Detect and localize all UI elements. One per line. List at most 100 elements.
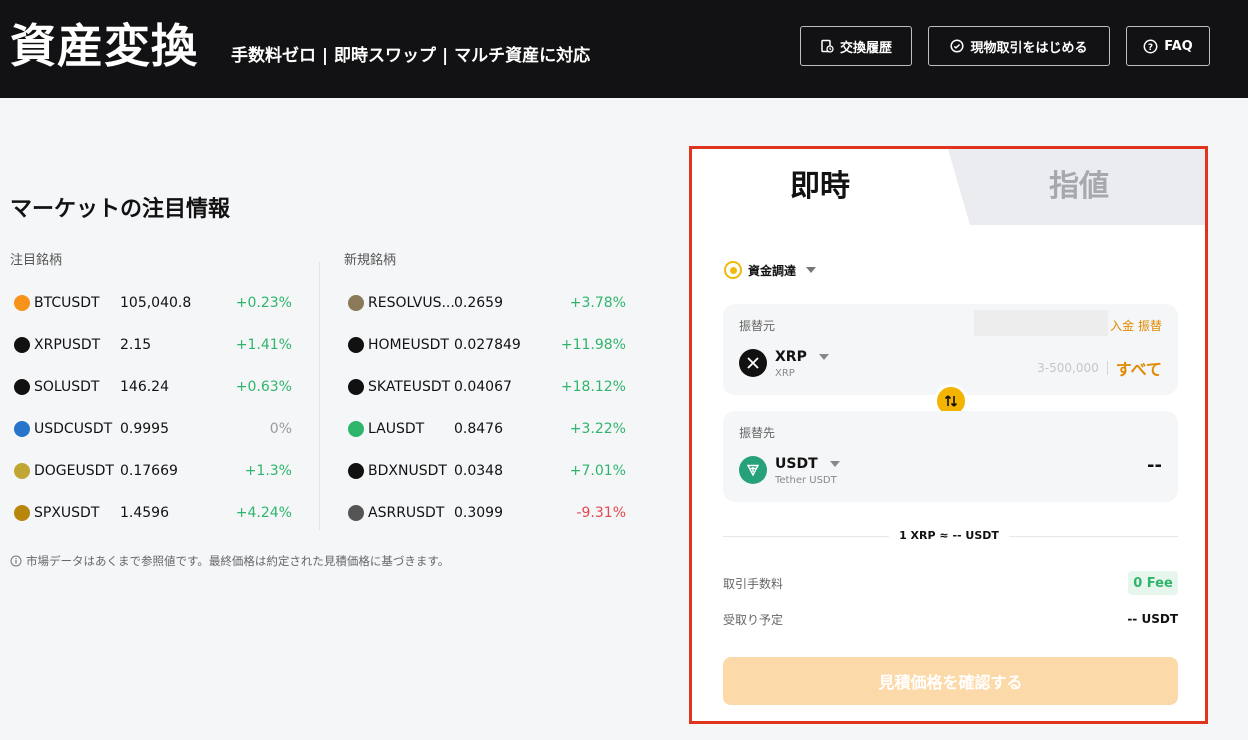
market-note: 市場データはあくまで参照値です。最終価格は約定された見積価格に基づきます。 [10, 552, 449, 570]
deposit-link[interactable]: 入金 [1110, 319, 1134, 333]
usdt-icon [739, 456, 767, 484]
page-subtitle: 手数料ゼロ | 即時スワップ | マルチ資産に対応 [231, 46, 591, 66]
market-symbol: BDXNUSDT [368, 463, 447, 479]
market-title: マーケットの注目情報 [10, 197, 231, 222]
xrp-icon [739, 349, 767, 377]
market-change: +0.63% [235, 379, 292, 395]
market-row[interactable]: XRPUSDT 2.15 +1.41% [14, 333, 292, 357]
market-row[interactable]: USDCUSDT 0.9995 0% [14, 417, 292, 441]
market-row[interactable]: BDXNUSDT 0.0348 +7.01% [348, 459, 626, 483]
market-price: 2.15 [120, 337, 152, 353]
from-token-sub: XRP [775, 368, 795, 379]
market-row[interactable]: HOMEUSDT 0.027849 +11.98% [348, 333, 626, 357]
exchange-history-button[interactable]: 交換履歴 [800, 26, 912, 66]
faq-button[interactable]: ? FAQ [1126, 26, 1210, 66]
exchange-history-label: 交換履歴 [839, 40, 892, 56]
market-change: +3.22% [569, 421, 626, 437]
market-row[interactable]: SKATEUSDT 0.04067 +18.12% [348, 375, 626, 399]
usdc-icon [14, 421, 30, 437]
market-price: 0.2659 [454, 295, 503, 311]
market-symbol: SKATEUSDT [368, 379, 451, 395]
market-row[interactable]: LAUSDT 0.8476 +3.22% [348, 417, 626, 441]
from-token-select[interactable]: XRP [775, 348, 829, 366]
start-spot-trading-button[interactable]: 現物取引をはじめる [928, 26, 1110, 66]
page-title: 資産変換 [10, 19, 198, 73]
market-price: 0.3099 [454, 505, 503, 521]
confirm-quote-button[interactable]: 見積価格を確認する [723, 657, 1178, 705]
market-price: 146.24 [120, 379, 169, 395]
from-amount-area[interactable]: 3-500,000 すべて [1037, 356, 1162, 380]
la-icon [348, 421, 364, 437]
market-change: +4.24% [235, 505, 292, 521]
bdxn-icon [348, 463, 364, 479]
market-change: +7.01% [569, 463, 626, 479]
to-label: 振替先 [739, 426, 776, 440]
market-change: +11.98% [560, 337, 626, 353]
faq-label: FAQ [1164, 38, 1193, 54]
from-token-name: XRP [775, 349, 807, 365]
home-icon [348, 337, 364, 353]
market-change: +1.3% [244, 463, 292, 479]
sol-icon [14, 379, 30, 395]
market-change: +18.12% [560, 379, 626, 395]
skate-icon [348, 379, 364, 395]
to-amount: -- [1147, 455, 1162, 476]
spx-icon [14, 505, 30, 521]
swap-panel: 即時 指値 資金調達 振替元 入金 振替 XRP XRP 3-500,000 す… [689, 146, 1208, 724]
chevron-down-icon [829, 461, 840, 467]
column-divider [319, 262, 320, 530]
market-row[interactable]: ASRRUSDT 0.3099 -9.31% [348, 501, 626, 525]
balance-placeholder [974, 310, 1108, 336]
market-symbol: BTCUSDT [34, 295, 100, 311]
funding-account-select[interactable]: 資金調達 [724, 261, 817, 279]
market-price: 0.9995 [120, 421, 169, 437]
market-price: 105,040.8 [120, 295, 192, 311]
to-token-sub: Tether USDT [775, 475, 837, 486]
market-symbol: SPXUSDT [34, 505, 100, 521]
tab-limit[interactable]: 指値 [1049, 167, 1109, 207]
market-price: 0.04067 [454, 379, 512, 395]
market-change: 0% [269, 421, 292, 437]
xrp-icon [14, 337, 30, 353]
market-symbol: USDCUSDT [34, 421, 113, 437]
transfer-link[interactable]: 振替 [1138, 319, 1162, 333]
svg-text:?: ? [1148, 42, 1153, 52]
history-icon [821, 39, 834, 53]
tab-instant[interactable]: 即時 [790, 167, 850, 207]
featured-column-title: 注目銘柄 [10, 253, 63, 268]
fee-label: 取引手数料 [723, 577, 784, 591]
market-row[interactable]: DOGEUSDT 0.17669 +1.3% [14, 459, 292, 483]
check-circle-icon [950, 39, 965, 53]
exchange-rate: 1 XRP ≈ -- USDT [692, 528, 1205, 544]
market-row[interactable]: SPXUSDT 1.4596 +4.24% [14, 501, 292, 525]
market-symbol: HOMEUSDT [368, 337, 449, 353]
start-spot-trading-label: 現物取引をはじめる [970, 40, 1088, 56]
new-listing-column-title: 新規銘柄 [344, 253, 397, 268]
market-row[interactable]: BTCUSDT 105,040.8 +0.23% [14, 291, 292, 315]
header: 資産変換 手数料ゼロ | 即時スワップ | マルチ資産に対応 交換履歴 現物取引… [0, 0, 1248, 98]
max-all-button[interactable]: すべて [1116, 356, 1162, 380]
to-box: 振替先 USDT Tether USDT -- [723, 411, 1178, 502]
market-note-text: 市場データはあくまで参照値です。最終価格は約定された見積価格に基づきます。 [26, 554, 450, 568]
market-price: 0.0348 [454, 463, 503, 479]
from-label: 振替元 [739, 319, 776, 333]
receive-value: -- USDT [1127, 612, 1178, 626]
funding-account-icon [724, 261, 742, 279]
market-row[interactable]: SOLUSDT 146.24 +0.63% [14, 375, 292, 399]
market-symbol: RESOLVUS... [368, 295, 455, 311]
market-symbol: LAUSDT [368, 421, 425, 437]
asrr-icon [348, 505, 364, 521]
chevron-down-icon [818, 354, 829, 360]
to-token-select[interactable]: USDT [775, 455, 840, 473]
market-row[interactable]: RESOLVUS... 0.2659 +3.78% [348, 291, 626, 315]
market-change: +1.41% [235, 337, 292, 353]
market-symbol: ASRRUSDT [368, 505, 445, 521]
funding-account-label: 資金調達 [748, 263, 797, 278]
amount-divider [1106, 361, 1108, 375]
market-change: -9.31% [576, 505, 626, 521]
market-change: +3.78% [569, 295, 626, 311]
to-token-name: USDT [775, 456, 818, 472]
swap-arrows-icon [944, 395, 958, 407]
market-symbol: SOLUSDT [34, 379, 100, 395]
market-price: 1.4596 [120, 505, 169, 521]
